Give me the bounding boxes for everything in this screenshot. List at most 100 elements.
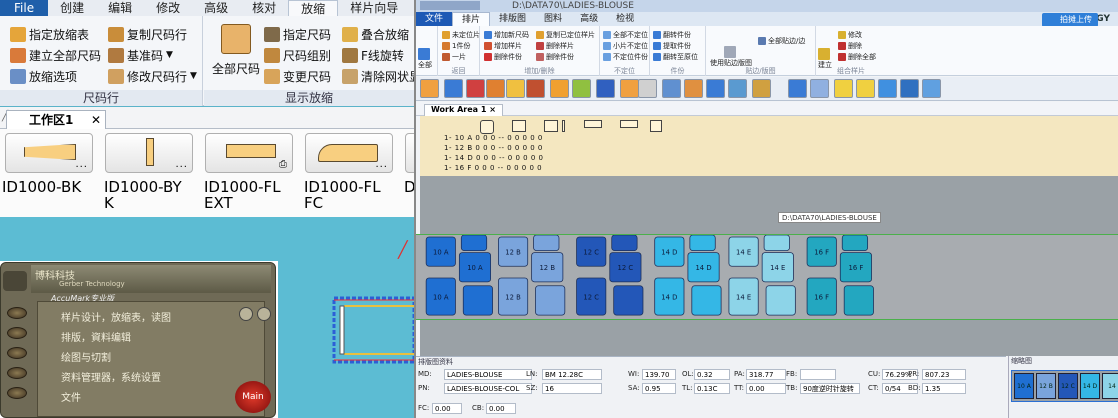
piece-icon[interactable]: [512, 120, 526, 132]
module-button-icon[interactable]: [7, 327, 27, 339]
toolbar-button-icon[interactable]: [662, 79, 681, 98]
settings-icon[interactable]: [257, 307, 271, 321]
marker-piece[interactable]: [765, 285, 796, 316]
thumbnail-piece[interactable]: ...: [305, 133, 393, 173]
thumbnail-piece[interactable]: ...: [5, 133, 93, 173]
prop-value[interactable]: 1.35: [922, 383, 966, 394]
btn-delete-bundle[interactable]: 删除件份: [484, 52, 522, 62]
btn-change-size[interactable]: 变更尺码: [264, 66, 331, 86]
toolbar-button-icon[interactable]: [684, 79, 703, 98]
menu-1[interactable]: 排片: [452, 12, 491, 26]
marker-piece[interactable]: [533, 235, 560, 252]
menu-0[interactable]: 文件: [416, 12, 453, 26]
btn-add-piece[interactable]: 增加样片: [484, 41, 522, 51]
toolbar-button-icon[interactable]: [728, 79, 747, 98]
main-button[interactable]: Main: [235, 381, 271, 413]
menu-0[interactable]: File: [0, 0, 49, 16]
btn-one-bundle[interactable]: 1件份: [442, 41, 470, 51]
prop-value[interactable]: 139.70: [642, 369, 676, 380]
marker-piece[interactable]: [535, 285, 566, 316]
menu-2[interactable]: 排版图: [490, 12, 535, 26]
btn-flip-original[interactable]: 翻转至原位: [653, 52, 698, 62]
toolbar-button-icon[interactable]: [550, 79, 569, 98]
btn-copy-size-line[interactable]: 复制尺码行: [108, 24, 187, 44]
menu-4[interactable]: 高级: [192, 0, 240, 16]
quick-access-toolbar[interactable]: [420, 1, 480, 10]
toolbar-button-icon[interactable]: [486, 79, 505, 98]
toolbar-button-icon[interactable]: [922, 79, 941, 98]
marker-piece[interactable]: [689, 235, 716, 252]
marker-piece[interactable]: [611, 235, 638, 252]
toolbar-button-icon[interactable]: [706, 79, 725, 98]
marker-piece[interactable]: [691, 285, 722, 316]
prop-value[interactable]: LADIES-BLOUSE-COL: [444, 383, 532, 394]
prop-value[interactable]: 807.23: [922, 369, 966, 380]
prop-value[interactable]: 0.00: [746, 383, 786, 394]
btn-use-fit-marker[interactable]: 使用贴边版图: [710, 46, 752, 68]
toolbar-button-icon[interactable]: [810, 79, 829, 98]
btn-unplace-all[interactable]: 全部不定位: [603, 30, 648, 40]
btn-one-piece[interactable]: 一片: [442, 52, 466, 62]
thumbnail-piece[interactable]: [405, 133, 414, 173]
marker-piece[interactable]: [460, 235, 488, 252]
toolbar-button-icon[interactable]: [506, 79, 525, 98]
prop-value[interactable]: BM 12.28C: [542, 369, 602, 380]
btn-specify-size[interactable]: 指定尺码: [264, 24, 331, 44]
toolbar-button-icon[interactable]: [752, 79, 771, 98]
marker-layout[interactable]: 10 A 10 A 10 A 12 B 12 B 12 B 12 C 12 C 12 C 14 D…: [416, 234, 1118, 320]
close-icon[interactable]: ✕: [91, 111, 101, 129]
piece-icon[interactable]: [584, 120, 602, 128]
btn-specify-grade-table[interactable]: 指定放缩表: [10, 24, 89, 44]
prop-value[interactable]: 0.13C: [694, 383, 730, 394]
toolbar-button-icon[interactable]: [572, 79, 591, 98]
prop-value[interactable]: 90度逆时针旋转: [800, 383, 860, 394]
marker-piece[interactable]: [841, 235, 869, 252]
btn-unplace-small[interactable]: 小片不定位: [603, 41, 648, 51]
prop-value[interactable]: [800, 369, 836, 380]
module-pattern-design[interactable]: 样片设计，放缩表，读图: [61, 309, 171, 324]
close-icon[interactable]: ×: [489, 105, 496, 114]
overview-map[interactable]: 10 A 12 B 12 C 14 D 14: [1011, 370, 1118, 402]
btn-f-line-rotate[interactable]: F线旋转: [342, 45, 404, 65]
tab-workarea-1[interactable]: 工作区1 ✕: [6, 110, 106, 129]
btn-unplace-bundle[interactable]: 不定位件份: [603, 52, 648, 62]
prop-value[interactable]: LADIES-BLOUSE: [444, 369, 532, 380]
toolbar-button-icon[interactable]: [638, 79, 657, 98]
prop-value[interactable]: 0.95: [642, 383, 676, 394]
btn-pick-bundle[interactable]: 提取件份: [653, 41, 691, 51]
toolbar-button-icon[interactable]: [596, 79, 615, 98]
prop-value[interactable]: 0.00: [486, 403, 516, 414]
btn-add-new-size[interactable]: 增加新尺码: [484, 30, 529, 40]
menu-1[interactable]: 创建: [48, 0, 96, 16]
btn-unplaced[interactable]: 未定位片: [442, 30, 480, 40]
piece-icon[interactable]: [650, 120, 662, 132]
toolbar-button-icon[interactable]: [834, 79, 853, 98]
module-docs[interactable]: 文件: [61, 389, 81, 404]
menu-6[interactable]: 放缩: [288, 0, 339, 16]
module-plot-cut[interactable]: 绘图与切割: [61, 349, 111, 364]
marker-piece[interactable]: [843, 285, 874, 316]
btn-copy-placed-piece[interactable]: 复制已定位样片: [536, 30, 595, 40]
prop-value[interactable]: 318.77: [746, 369, 786, 380]
piece-icon[interactable]: [544, 120, 558, 132]
prop-value[interactable]: 16: [542, 383, 602, 394]
thumbnail-piece[interactable]: ...: [105, 133, 193, 173]
toolbar-button-icon[interactable]: [466, 79, 485, 98]
module-button-icon[interactable]: [7, 367, 27, 379]
module-marker[interactable]: 排版，資料编辑: [61, 329, 131, 344]
btn-all[interactable]: 全部: [418, 48, 432, 70]
menu-3[interactable]: 修改: [144, 0, 192, 16]
module-data-manager[interactable]: 资料管理器，系统设置: [61, 369, 161, 384]
module-button-icon[interactable]: [7, 347, 27, 359]
btn-modify-combo[interactable]: 修改: [838, 30, 862, 40]
menu-2[interactable]: 编辑: [96, 0, 144, 16]
prop-value[interactable]: 0.00: [432, 403, 462, 414]
toolbar-button-icon[interactable]: [420, 79, 439, 98]
module-button-icon[interactable]: [7, 387, 27, 399]
prop-value[interactable]: 0.32: [694, 369, 730, 380]
toolbar-button-icon[interactable]: [526, 79, 545, 98]
piece-icon[interactable]: [562, 120, 565, 132]
marker-piece[interactable]: [462, 285, 493, 316]
btn-delete-piece[interactable]: 删除样片: [536, 41, 574, 51]
btn-delete-combo[interactable]: 删除: [838, 41, 862, 51]
